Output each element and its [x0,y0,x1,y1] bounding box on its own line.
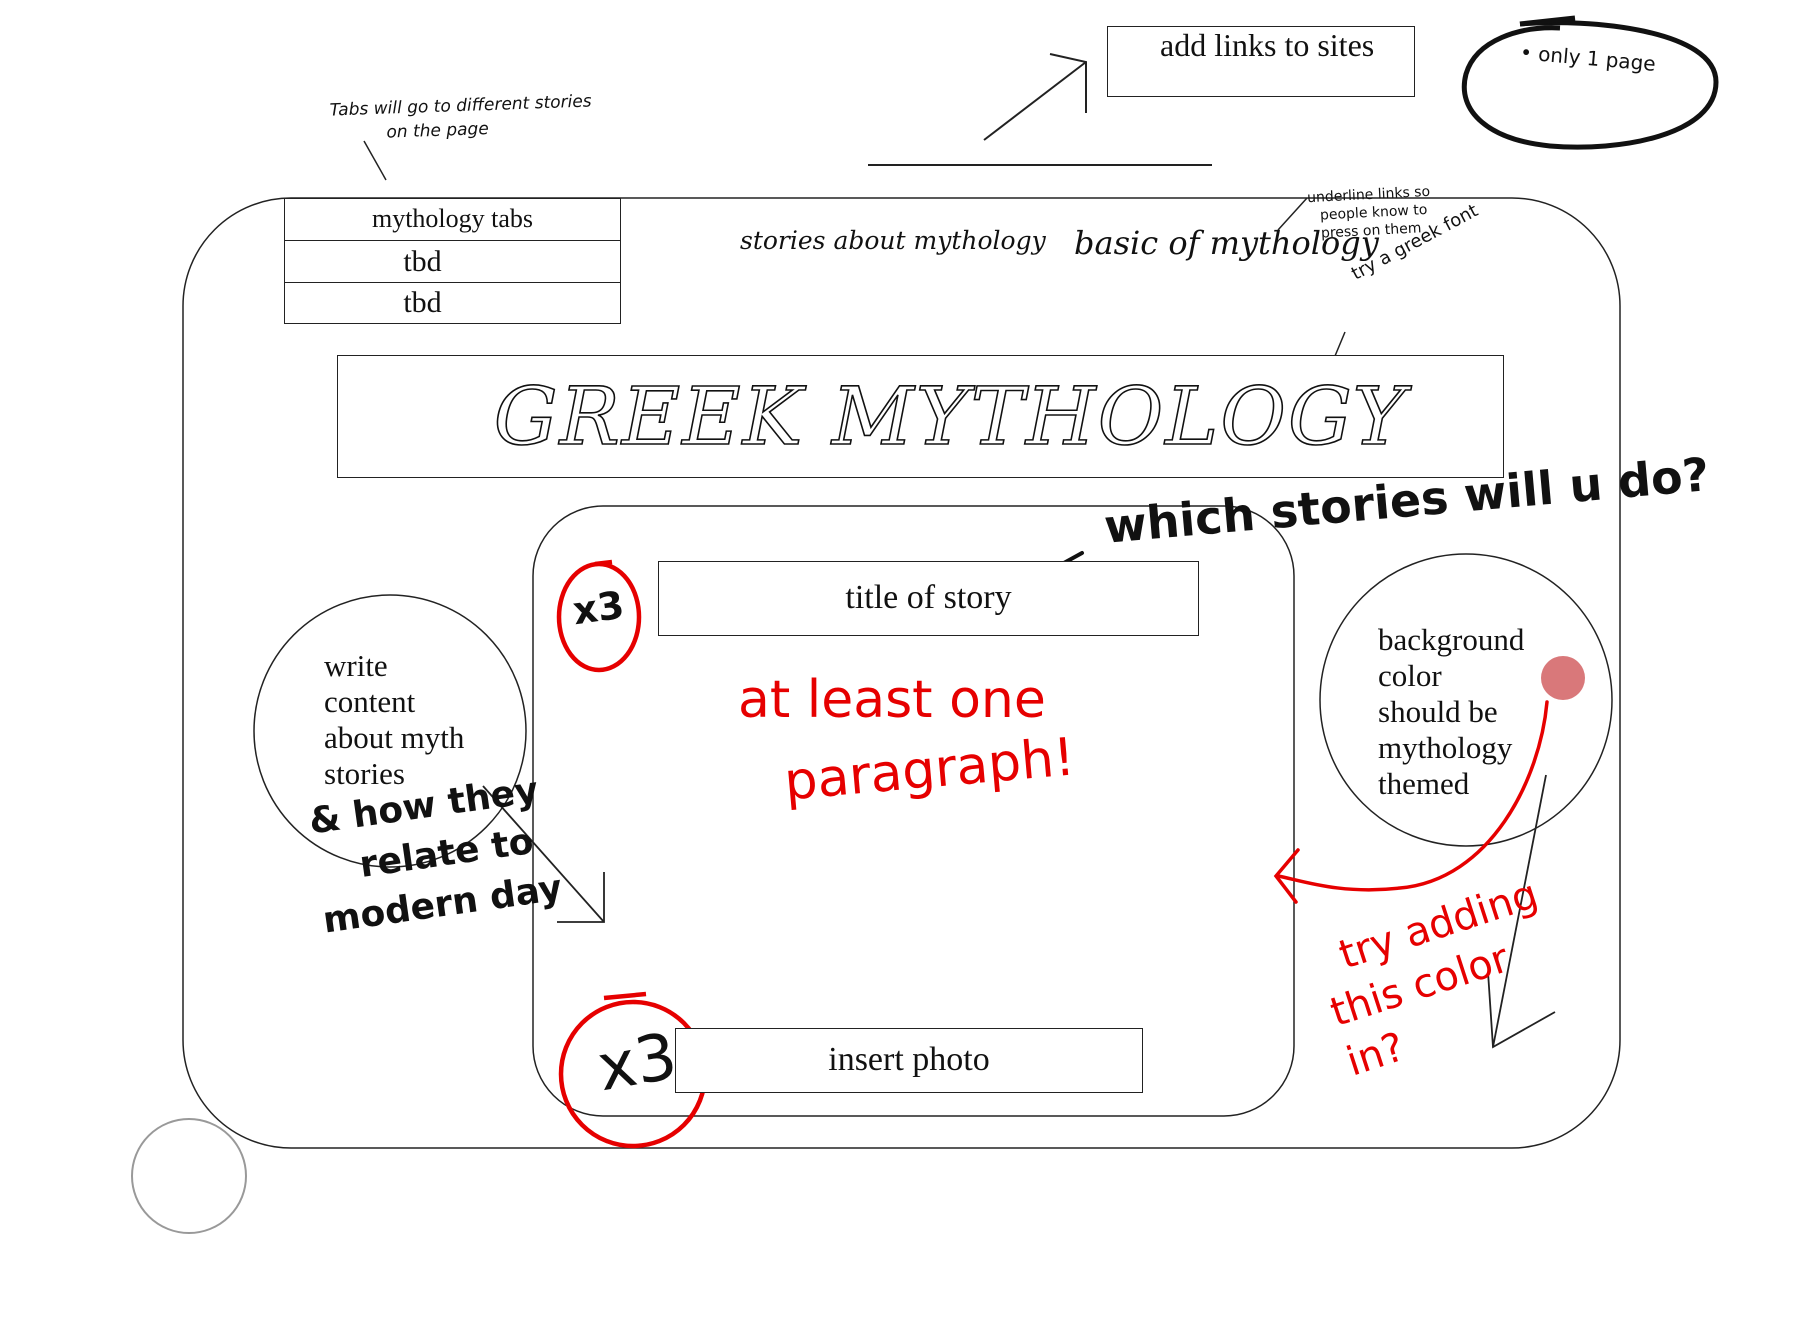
paragraph-note: at least one paragraph! [738,664,1077,813]
story-title-box: title of story [658,561,1199,636]
mythology-tabs-header[interactable]: mythology tabs [284,198,621,241]
tabs-note-pointer [363,140,387,181]
background-circle-text: background color should be mythology the… [1378,622,1524,802]
color-swatch [1541,656,1585,700]
page-title: GREEK MYTHOLOGY [493,369,1408,464]
write-content-text: write content about myth stories [324,648,464,792]
x3-badge-top: x3 [570,582,627,634]
links-box-label: add links to sites [1160,27,1375,63]
tabs-note: Tabs will go to different stories on the… [329,89,593,146]
write-content-line2: content [324,684,416,719]
background-line5: themed [1378,766,1470,801]
write-content-line1: write [324,648,388,683]
only-page-loop [1461,20,1719,150]
background-line4: mythology [1378,730,1513,765]
insert-photo-box: insert photo [675,1028,1143,1093]
background-line3: should be [1378,694,1498,729]
nav-link-basic[interactable]: basic of mythology [1074,224,1379,262]
mythology-tab-1[interactable]: tbd [284,240,621,283]
story-title-label: title of story [845,579,1012,616]
paragraph-note-line2: paragraph! [781,727,1078,813]
insert-photo-label: insert photo [828,1041,990,1078]
x3-badge-bottom: x3 [592,1019,683,1107]
grey-circle [131,1118,247,1234]
title-banner: GREEK MYTHOLOGY [337,355,1504,478]
background-line1: background [1378,622,1525,657]
links-box: add links to sites [1107,26,1415,97]
mythology-tab-2[interactable]: tbd [284,282,621,324]
background-line2: color [1378,658,1442,693]
nav-link-stories[interactable]: stories about mythology [740,226,1046,255]
write-content-line3: about myth [324,720,465,755]
